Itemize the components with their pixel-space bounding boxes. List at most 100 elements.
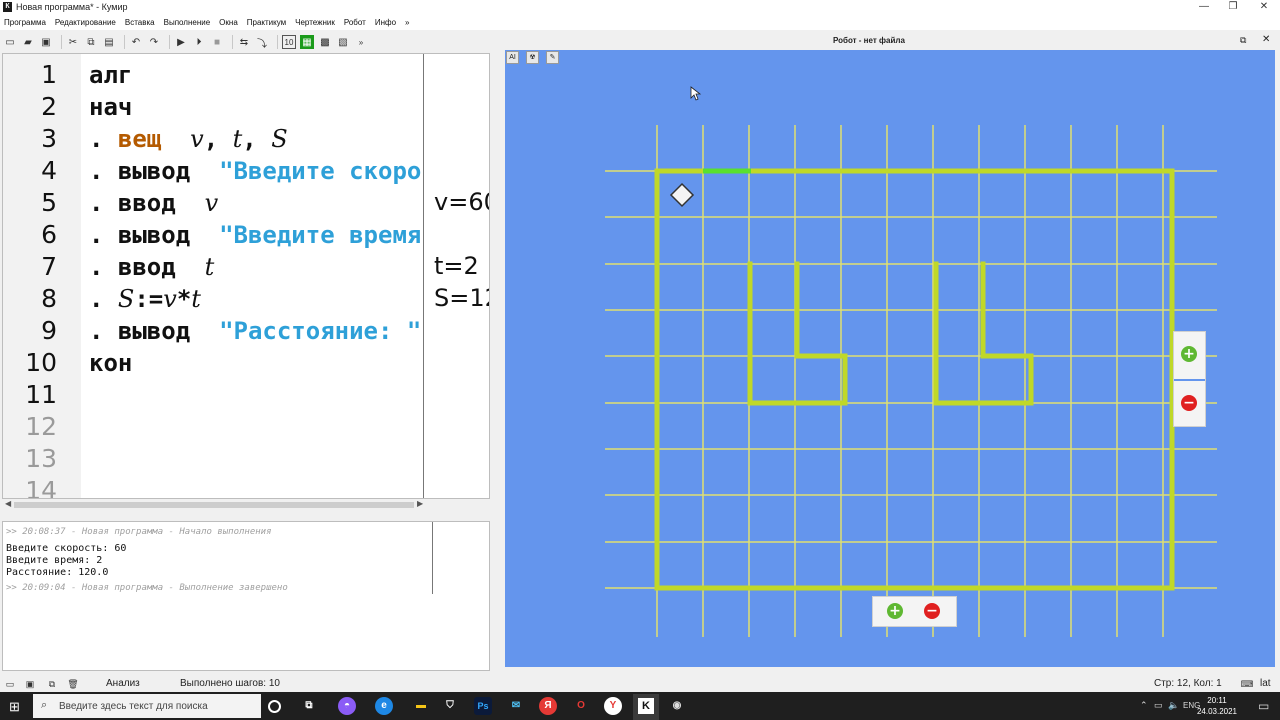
analysis-status: Анализ [106,678,140,689]
taskbar-clock[interactable]: 20:11 24.03.2021 [1196,695,1238,717]
scroll-right-icon[interactable]: ▶ [417,499,423,508]
margin-value: t=2 [434,252,479,280]
code-token: . [89,125,118,153]
toolbar-divider [124,35,125,49]
menu-run[interactable]: Выполнение [164,18,211,27]
menu-program[interactable]: Программа [4,18,46,27]
code-line[interactable]: . ввод t [89,251,214,283]
actor-icon[interactable]: 10 [282,35,296,49]
network-icon[interactable]: ▭ [1154,700,1163,711]
pencil-tool-button[interactable]: ✎ [546,51,559,64]
menu-drawer[interactable]: Чертежник [295,18,335,27]
cut-icon[interactable]: ✂ [66,35,80,49]
robot-icon [669,182,695,208]
close-icon[interactable]: ✕ [1250,0,1278,14]
volume-icon[interactable]: 🔈 [1168,700,1179,711]
paste-icon[interactable]: ▤ [102,35,116,49]
code-line[interactable]: . ввод v [89,187,218,219]
taskbar-search-box[interactable]: ⌕ Введите здесь текст для поиска [33,694,261,718]
close-icon[interactable]: ✕ [1262,34,1270,45]
restore-icon[interactable]: ⧉ [1240,35,1246,46]
add-column-button[interactable]: + [887,603,903,619]
output-console[interactable]: >> 20:08:37 - Новая программа - Начало в… [2,521,490,671]
run-step-icon[interactable]: ⏵ [192,35,206,49]
alice-icon[interactable]: ◓ [338,697,356,715]
kumir-taskbar-button[interactable]: K [633,694,659,720]
code-line[interactable]: кон [89,347,132,379]
editor-horizontal-scrollbar[interactable]: ◀ ▶ [2,499,490,511]
windows-start-icon[interactable]: ⊞ [9,699,20,715]
new-file-icon[interactable]: ▭ [3,35,17,49]
code-line[interactable]: нач [89,91,132,123]
stop-icon[interactable]: ■ [210,35,224,49]
add-row-button[interactable]: + [1181,346,1197,362]
code-token: . [89,157,118,185]
code-editor[interactable]: 1 2 3 4 5 6 7 8 9 10 11 12 13 14 алг нач.… [2,53,490,499]
terminal-icon[interactable]: ▭ [4,678,16,690]
maximize-icon[interactable]: ❐ [1219,0,1247,14]
save-file-icon[interactable]: ▣ [39,35,53,49]
scroll-thumb[interactable] [14,502,414,508]
task-view-icon[interactable]: ⧉ [300,697,318,715]
minimize-icon[interactable]: — [1190,0,1218,14]
code-variable: S [117,285,135,313]
step-over-icon[interactable]: ⇆ [237,35,251,49]
yandex-browser-icon[interactable]: Y [604,697,622,715]
code-area[interactable]: алг нач. вещ v, t, S. вывод "Введите скор… [3,54,423,498]
code-line[interactable]: . вывод "Введите время: " [89,219,423,251]
code-line[interactable]: алг [89,59,132,91]
step-into-icon[interactable]: ⤵ [255,35,269,50]
open-file-icon[interactable]: ▰ [21,35,35,49]
opera-icon[interactable]: O [572,697,590,715]
toolbar-more[interactable]: » [354,35,368,49]
robot-field-icon[interactable]: ▦ [300,35,314,49]
menu-windows[interactable]: Окна [219,18,238,27]
robot-tools: AI ☢ ✎ [506,51,566,65]
menu-more[interactable]: » [405,18,409,27]
yandex-icon[interactable]: Я [539,697,557,715]
code-line[interactable]: . вывод "Расстояние: ", S [89,315,423,347]
menu-info[interactable]: Инфо [375,18,396,27]
ai-tool-button[interactable]: AI [506,51,519,64]
menu-edit[interactable]: Редактирование [55,18,116,27]
cortana-icon[interactable] [268,700,281,713]
robot-field[interactable] [505,50,1275,667]
mail-icon[interactable]: ✉ [507,697,525,715]
file-explorer-icon[interactable]: ▬ [412,697,430,715]
menu-insert[interactable]: Вставка [125,18,155,27]
store-icon[interactable]: ⛉ [441,697,459,715]
horizontal-zoom-panel: + − [872,596,957,627]
edge-icon[interactable]: e [375,697,393,715]
tray-chevron-icon[interactable]: ⌃ [1140,700,1148,711]
redo-icon[interactable]: ↷ [147,35,161,49]
remove-column-button[interactable]: − [924,603,940,619]
undo-icon[interactable]: ↶ [129,35,143,49]
notifications-icon[interactable]: ▭ [1258,699,1269,713]
save-output-icon[interactable]: ▣ [24,678,36,690]
menu-practicum[interactable]: Практикум [247,18,286,27]
clear-output-icon[interactable]: 🗑 [67,678,79,690]
run-icon[interactable]: ▶ [174,35,188,49]
toolbar-divider [277,35,278,49]
photoshop-icon[interactable]: Ps [474,697,492,715]
code-variable: v [163,285,177,313]
console-line: Введите время: 2 [6,555,103,566]
grid-icon[interactable]: ▩ [318,35,332,49]
code-line[interactable]: . вещ v, t, S [89,123,288,155]
scroll-left-icon[interactable]: ◀ [5,499,11,508]
main-toolbar: ▭ ▰ ▣ ✂ ⧉ ▤ ↶ ↷ ▶ ⏵ ■ ⇆ ⤵ 10 ▦ ▩ ▧ » [0,31,500,53]
title-bar: К Новая программа* - Кумир — ❐ ✕ [0,0,1280,14]
code-line[interactable]: . S:=v*t [89,283,201,315]
value-margin: v=60 t=2 S=120 [424,54,489,498]
painter-icon[interactable]: ▧ [336,35,350,49]
remove-row-button[interactable]: − [1181,395,1197,411]
radiation-tool-button[interactable]: ☢ [526,51,539,64]
copy-output-icon[interactable]: ⧉ [46,678,58,690]
obs-icon[interactable]: ◉ [668,697,686,715]
menu-robot[interactable]: Робот [344,18,366,27]
code-line[interactable]: . вывод "Введите скорость: " [89,155,423,187]
copy-icon[interactable]: ⧉ [84,35,98,49]
